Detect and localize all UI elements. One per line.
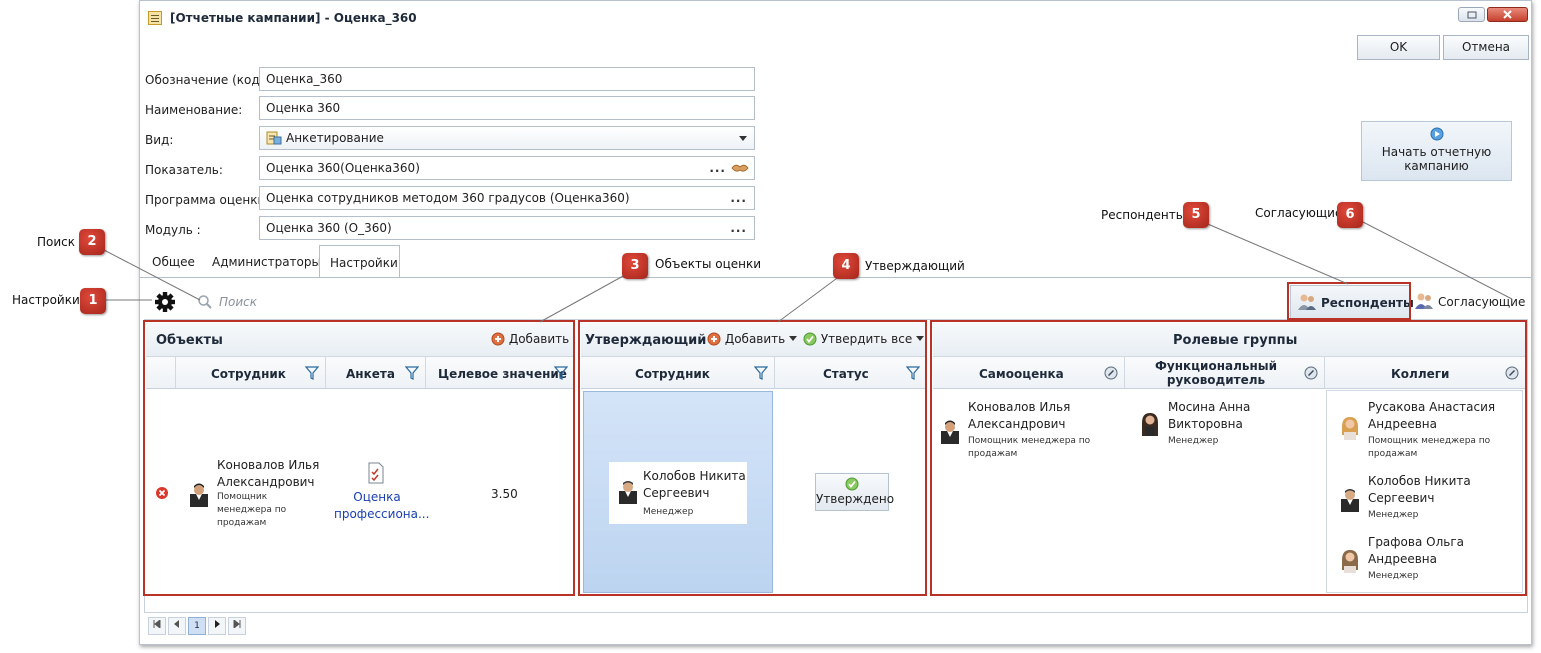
objects-highlight bbox=[143, 320, 575, 596]
callout-label-4: Утверждающий bbox=[865, 259, 965, 273]
code-value: Оценка_360 bbox=[266, 72, 343, 86]
start-campaign-button[interactable]: Начать отчетную кампанию bbox=[1361, 121, 1512, 181]
indicator-field[interactable]: Оценка 360(Оценка360) ... bbox=[259, 156, 755, 180]
callout-badge-2: 2 bbox=[79, 229, 105, 255]
callout-label-2: Поиск bbox=[37, 235, 76, 249]
program-label: Программа оценки : bbox=[145, 193, 274, 207]
questionnaire-icon bbox=[266, 131, 282, 145]
page-number[interactable]: 1 bbox=[188, 617, 206, 635]
title-bar: [Отчетные кампании] - Оценка_360 bbox=[140, 1, 1531, 35]
window-title: [Отчетные кампании] - Оценка_360 bbox=[170, 11, 417, 25]
callout-label-1: Настройки bbox=[12, 293, 80, 307]
module-field[interactable]: Оценка 360 (О_360) ... bbox=[259, 216, 755, 240]
respondents-highlight bbox=[1287, 282, 1411, 320]
tab-administrators[interactable]: Администраторы bbox=[202, 245, 331, 278]
indicator-browse-button[interactable]: ... bbox=[709, 161, 726, 175]
callout-badge-6: 6 bbox=[1337, 202, 1363, 228]
callout-label-6: Согласующие bbox=[1255, 206, 1343, 220]
approver-highlight bbox=[578, 320, 927, 596]
kind-label: Вид: bbox=[145, 133, 174, 147]
cancel-button[interactable]: Отмена bbox=[1443, 35, 1529, 60]
handshake-icon[interactable] bbox=[731, 162, 749, 174]
tab-general[interactable]: Общее bbox=[142, 245, 205, 278]
close-icon bbox=[1503, 10, 1512, 19]
approvers-label: Согласующие bbox=[1438, 295, 1526, 309]
gear-icon[interactable] bbox=[154, 291, 176, 313]
document-icon bbox=[148, 11, 162, 25]
tab-settings[interactable]: Настройки bbox=[319, 245, 400, 278]
last-page-button[interactable] bbox=[228, 617, 246, 635]
kind-select[interactable]: Анкетирование bbox=[259, 126, 755, 150]
code-label: Обозначение (код): bbox=[145, 73, 269, 87]
callout-badge-1: 1 bbox=[80, 288, 106, 314]
callout-badge-5: 5 bbox=[1183, 202, 1209, 228]
kind-value: Анкетирование bbox=[286, 131, 384, 145]
roles-highlight bbox=[930, 320, 1527, 596]
approvers-toggle[interactable]: Согласующие bbox=[1412, 287, 1526, 317]
chevron-down-icon bbox=[739, 136, 747, 141]
module-value: Оценка 360 (О_360) bbox=[266, 221, 392, 235]
people-icon bbox=[1415, 293, 1433, 309]
start-campaign-line1: Начать отчетную bbox=[1381, 145, 1492, 159]
indicator-label: Показатель: bbox=[145, 163, 223, 177]
search-icon bbox=[198, 295, 212, 309]
start-campaign-line2: кампанию bbox=[1404, 159, 1469, 173]
module-browse-button[interactable]: ... bbox=[730, 221, 747, 235]
ok-button[interactable]: OK bbox=[1357, 35, 1440, 60]
callout-label-5: Респонденты bbox=[1101, 208, 1186, 222]
search-input[interactable]: Поиск bbox=[219, 295, 257, 309]
name-label: Наименование: bbox=[145, 103, 243, 117]
first-page-icon bbox=[153, 618, 161, 630]
next-page-icon bbox=[215, 620, 220, 628]
restore-button[interactable] bbox=[1458, 7, 1485, 22]
next-page-button[interactable] bbox=[208, 617, 226, 635]
prev-page-icon bbox=[174, 620, 179, 628]
module-label: Модуль : bbox=[145, 223, 201, 237]
play-icon bbox=[1430, 127, 1443, 141]
callout-label-3: Объекты оценки bbox=[655, 257, 762, 271]
prev-page-button[interactable] bbox=[168, 617, 186, 635]
last-page-icon bbox=[233, 618, 241, 630]
program-value: Оценка сотрудников методом 360 градусов … bbox=[266, 191, 630, 205]
first-page-button[interactable] bbox=[148, 617, 166, 635]
code-field[interactable]: Оценка_360 bbox=[259, 67, 755, 91]
close-button[interactable] bbox=[1487, 7, 1528, 22]
callout-badge-3: 3 bbox=[622, 253, 648, 279]
program-browse-button[interactable]: ... bbox=[730, 191, 747, 205]
restore-icon bbox=[1467, 11, 1477, 19]
name-value: Оценка 360 bbox=[266, 101, 341, 115]
program-field[interactable]: Оценка сотрудников методом 360 градусов … bbox=[259, 186, 755, 210]
indicator-value: Оценка 360(Оценка360) bbox=[266, 161, 420, 175]
callout-badge-4: 4 bbox=[833, 253, 859, 279]
name-field[interactable]: Оценка 360 bbox=[259, 96, 755, 120]
